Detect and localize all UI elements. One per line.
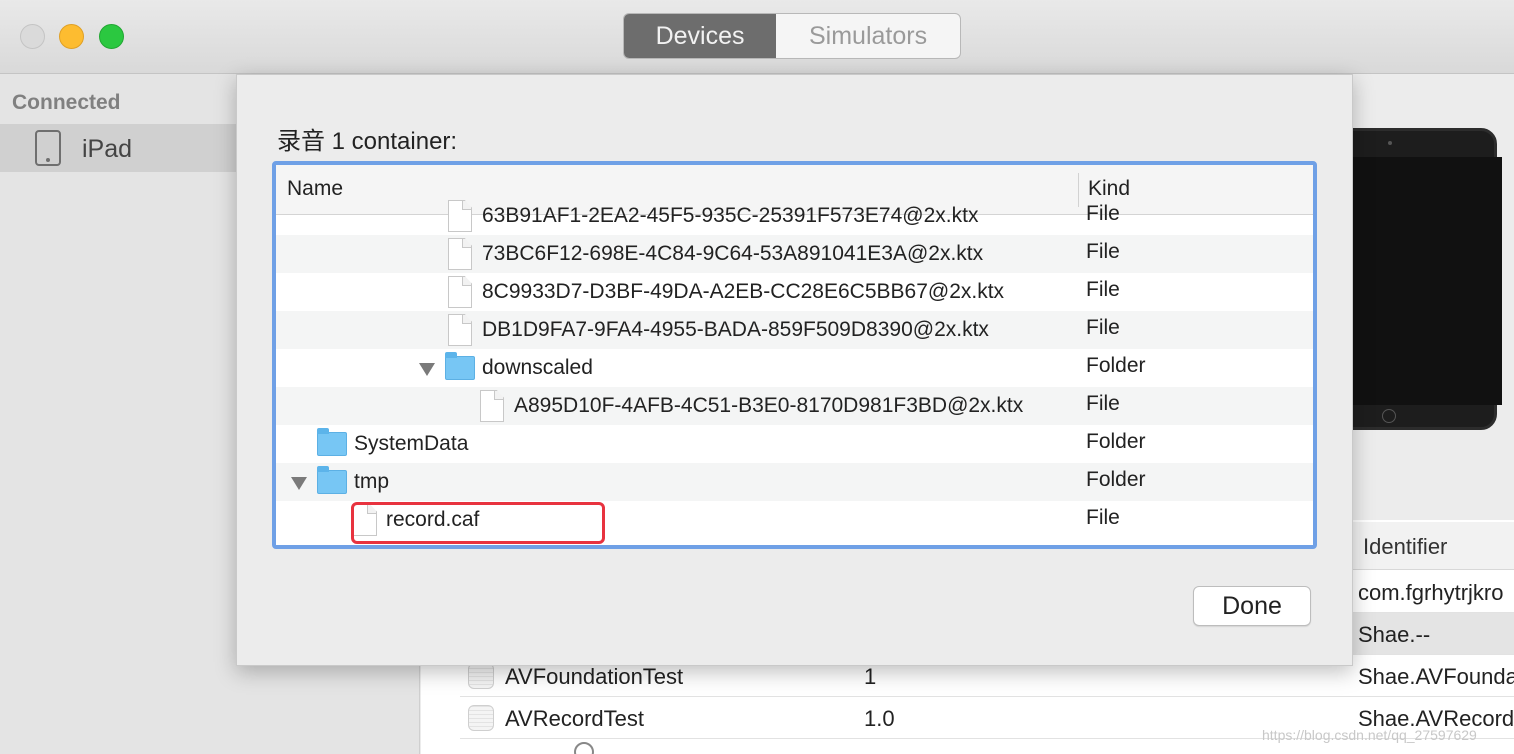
table-row[interactable]: tmp Folder	[276, 463, 1313, 501]
table-row[interactable]: SystemData Folder	[276, 425, 1313, 463]
row-kind: File	[1086, 202, 1120, 225]
folder-icon	[317, 466, 347, 494]
app-name: AVFoundationTest	[505, 664, 684, 689]
identifier-header-label: Identifier	[1363, 534, 1448, 559]
row-name: 8C9933D7-D3BF-49DA-A2EB-CC28E6C5BB67@2x.…	[482, 280, 1005, 303]
folder-icon	[317, 428, 347, 456]
row-kind: File	[1086, 392, 1120, 415]
segment-simulators[interactable]: Simulators	[776, 14, 960, 58]
table-row[interactable]: DB1D9FA7-9FA4-4955-BADA-859F509D8390@2x.…	[276, 311, 1313, 349]
minimize-window-button[interactable]	[59, 24, 84, 49]
disclosure-triangle-icon[interactable]	[419, 363, 435, 376]
app-name: AVRecordTest	[505, 706, 644, 731]
row-name: SystemData	[354, 432, 469, 455]
file-icon	[448, 276, 472, 308]
sidebar-section-header: Connected	[12, 91, 121, 114]
file-icon	[480, 390, 504, 422]
folder-icon	[445, 352, 475, 380]
ipad-icon	[35, 130, 61, 166]
row-name: downscaled	[482, 356, 593, 379]
device-image	[1335, 128, 1502, 430]
row-kind: File	[1086, 278, 1120, 301]
container-sheet-dialog: 录音 1 container: Name Kind 63B91AF1-2EA2-…	[236, 74, 1353, 666]
app-identifier: Shae.--	[1358, 622, 1431, 647]
app-identifier: Shae.AVFounda	[1358, 664, 1514, 689]
close-window-button[interactable]	[20, 24, 45, 49]
table-row[interactable]: A895D10F-4AFB-4C51-B3E0-8170D981F3BD@2x.…	[276, 387, 1313, 425]
row-kind: File	[1086, 316, 1120, 339]
file-icon	[448, 200, 472, 232]
watermark: https://blog.csdn.net/qq_27597629	[1262, 727, 1477, 743]
app-version: 1.0	[864, 706, 895, 731]
zoom-window-button[interactable]	[99, 24, 124, 49]
device-screen	[1352, 157, 1502, 405]
row-name: tmp	[354, 470, 390, 493]
table-row[interactable]: 63B91AF1-2EA2-45F5-935C-25391F573E74@2x.…	[276, 197, 1313, 235]
table-row[interactable]: 8C9933D7-D3BF-49DA-A2EB-CC28E6C5BB67@2x.…	[276, 273, 1313, 311]
row-name: A895D10F-4AFB-4C51-B3E0-8170D981F3BD@2x.…	[514, 394, 1024, 417]
sidebar-item-label: iPad	[82, 135, 133, 163]
camera-dot	[1388, 141, 1392, 145]
row-kind: Folder	[1086, 354, 1146, 377]
row-kind: Folder	[1086, 430, 1146, 453]
app-version: 1	[864, 664, 877, 689]
row-name: 63B91AF1-2EA2-45F5-935C-25391F573E74@2x.…	[482, 204, 979, 227]
row-kind: File	[1086, 506, 1120, 529]
row-name: 73BC6F12-698E-4C84-9C64-53A891041E3A@2x.…	[482, 242, 984, 265]
identifier-column-header[interactable]: Identifier	[1352, 522, 1514, 570]
table-row[interactable]: 73BC6F12-698E-4C84-9C64-53A891041E3A@2x.…	[276, 235, 1313, 273]
app-identifier: com.fgrhytrjkro	[1358, 580, 1504, 605]
done-button[interactable]: Done	[1193, 586, 1311, 626]
home-button-icon	[1382, 409, 1396, 423]
dialog-title: 录音 1 container:	[277, 128, 458, 155]
highlight-box	[351, 502, 605, 544]
segment-devices[interactable]: Devices	[624, 14, 777, 58]
devices-simulators-segmented-control: Devices Simulators	[623, 13, 961, 59]
container-file-table[interactable]: Name Kind 63B91AF1-2EA2-45F5-935C-25391F…	[272, 161, 1317, 549]
table-row[interactable]: downscaled Folder	[276, 349, 1313, 387]
app-icon	[468, 663, 494, 689]
disclosure-triangle-icon[interactable]	[291, 477, 307, 490]
file-icon	[448, 314, 472, 346]
app-icon	[468, 705, 494, 731]
row-name: DB1D9FA7-9FA4-4955-BADA-859F509D8390@2x.…	[482, 318, 989, 341]
row-kind: File	[1086, 240, 1120, 263]
file-icon	[448, 238, 472, 270]
title-bar: Devices Simulators	[0, 0, 1514, 74]
row-kind: Folder	[1086, 468, 1146, 491]
